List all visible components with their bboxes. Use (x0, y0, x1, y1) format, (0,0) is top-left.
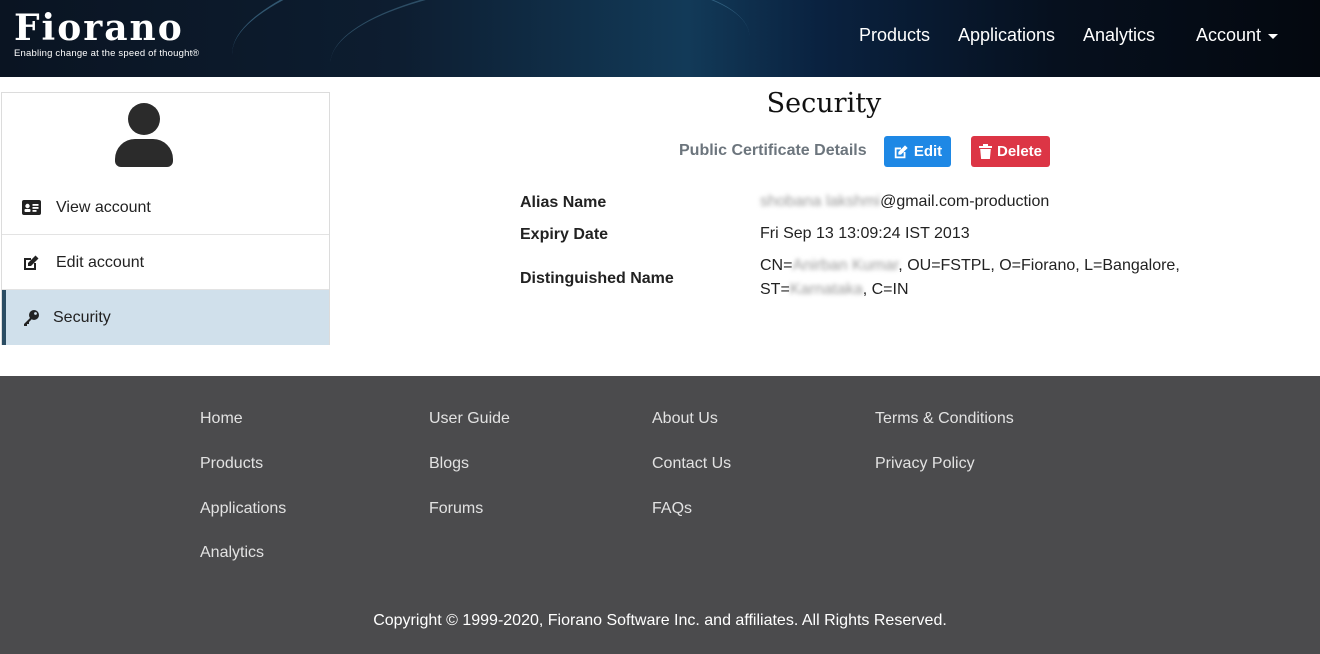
footer-link-privacy[interactable]: Privacy Policy (875, 455, 975, 473)
alias-suffix: @gmail.com-production (880, 193, 1050, 210)
expiry-date-value: Fri Sep 13 13:09:24 IST 2013 (760, 225, 970, 242)
account-sidebar: View account Edit account Security (1, 92, 330, 345)
copyright-text: Copyright © 1999-2020, Fiorano Software … (373, 612, 947, 629)
alias-name-label: Alias Name (520, 194, 607, 211)
dn-st-prefix: ST= (760, 281, 790, 298)
caret-down-icon (1268, 33, 1278, 39)
sidebar-item-label: View account (56, 198, 151, 216)
sidebar-item-label: Security (53, 308, 111, 326)
fiorano-logo[interactable]: Fiorano Enabling change at the speed of … (14, 10, 199, 59)
redacted-text: Anirban Kumar (792, 257, 899, 274)
page-title: Security (766, 88, 882, 119)
distinguished-name-value: CN=Anirban Kumar, OU=FSTPL, O=Fiorano, L… (760, 254, 1200, 302)
logo-tagline: Enabling change at the speed of thought® (14, 48, 199, 59)
footer-link-analytics[interactable]: Analytics (200, 544, 264, 562)
footer-link-faqs[interactable]: FAQs (652, 500, 692, 518)
redacted-text: Karnataka (789, 281, 863, 298)
registered-mark: ® (192, 48, 200, 58)
edit-certificate-button[interactable]: Edit (884, 136, 951, 167)
site-footer: Home Products Applications Analytics Use… (0, 376, 1320, 654)
nav-account-label: Account (1195, 25, 1261, 45)
expiry-date-label: Expiry Date (520, 226, 609, 243)
tagline-text: Enabling change at the speed of thought (14, 48, 193, 59)
sidebar-item-edit-account[interactable]: Edit account (2, 235, 329, 290)
footer-link-contact-us[interactable]: Contact Us (652, 455, 731, 473)
delete-button-label: Delete (996, 143, 1043, 160)
distinguished-name-label: Distinguished Name (520, 270, 674, 287)
alias-name-value: shobana lakshmi@gmail.com-production (760, 190, 1049, 214)
edit-icon (894, 144, 908, 158)
delete-certificate-button[interactable]: Delete (971, 136, 1050, 167)
dn-line-2: ST=Karnataka, C=IN (760, 278, 1200, 302)
edit-icon (21, 253, 41, 273)
dn-middle: , OU=FSTPL, O=Fiorano, L=Bangalore, (898, 257, 1180, 274)
user-avatar-icon (115, 103, 173, 167)
footer-link-forums[interactable]: Forums (429, 500, 483, 518)
edit-button-label: Edit (913, 143, 943, 160)
dn-line-1: CN=Anirban Kumar, OU=FSTPL, O=Fiorano, L… (760, 254, 1200, 278)
trash-icon (978, 144, 992, 159)
sidebar-item-security[interactable]: Security (2, 290, 329, 345)
footer-link-blogs[interactable]: Blogs (429, 455, 469, 473)
id-card-icon (21, 198, 41, 218)
footer-link-applications[interactable]: Applications (200, 500, 286, 518)
key-icon (21, 308, 41, 328)
dn-cn-prefix: CN= (760, 257, 793, 274)
top-navbar: Fiorano Enabling change at the speed of … (0, 0, 1320, 77)
nav-account-dropdown[interactable]: Account (1196, 25, 1278, 46)
logo-wordmark: Fiorano (14, 7, 184, 49)
footer-link-home[interactable]: Home (200, 410, 243, 428)
nav-products[interactable]: Products (859, 25, 930, 46)
sidebar-item-view-account[interactable]: View account (2, 180, 329, 235)
dn-suffix: , C=IN (862, 281, 909, 298)
nav-analytics[interactable]: Analytics (1083, 25, 1155, 46)
header-decoration (325, 0, 755, 77)
footer-link-terms[interactable]: Terms & Conditions (875, 410, 1014, 428)
redacted-text: shobana lakshmi (760, 193, 881, 210)
footer-link-user-guide[interactable]: User Guide (429, 410, 510, 428)
sidebar-item-label: Edit account (56, 253, 145, 271)
footer-link-products[interactable]: Products (200, 455, 263, 473)
section-label: Public Certificate Details (679, 142, 867, 159)
nav-applications[interactable]: Applications (958, 25, 1055, 46)
footer-link-about-us[interactable]: About Us (652, 410, 718, 428)
